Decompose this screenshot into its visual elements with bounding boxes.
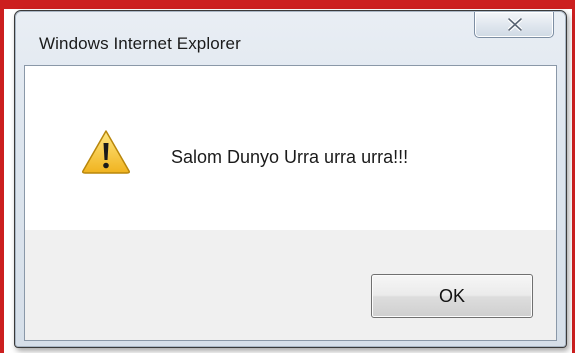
alert-message: Salom Dunyo Urra urra urra!!! (171, 147, 409, 167)
ok-button[interactable]: OK (371, 274, 533, 318)
dialog-client-area: Salom Dunyo Urra urra urra!!! OK (24, 65, 557, 341)
screenshot: Windows Internet Explorer Salom Dunyo Ur… (0, 0, 575, 353)
message-panel: Salom Dunyo Urra urra urra!!! (25, 66, 556, 230)
dialog-title: Windows Internet Explorer (39, 34, 241, 53)
dialog-titlebar[interactable]: Windows Internet Explorer (15, 11, 566, 65)
warning-icon (82, 130, 130, 174)
close-icon (508, 18, 522, 31)
close-button[interactable] (474, 12, 554, 38)
button-bar: OK (25, 230, 556, 340)
alert-dialog: Windows Internet Explorer Salom Dunyo Ur… (14, 10, 567, 348)
